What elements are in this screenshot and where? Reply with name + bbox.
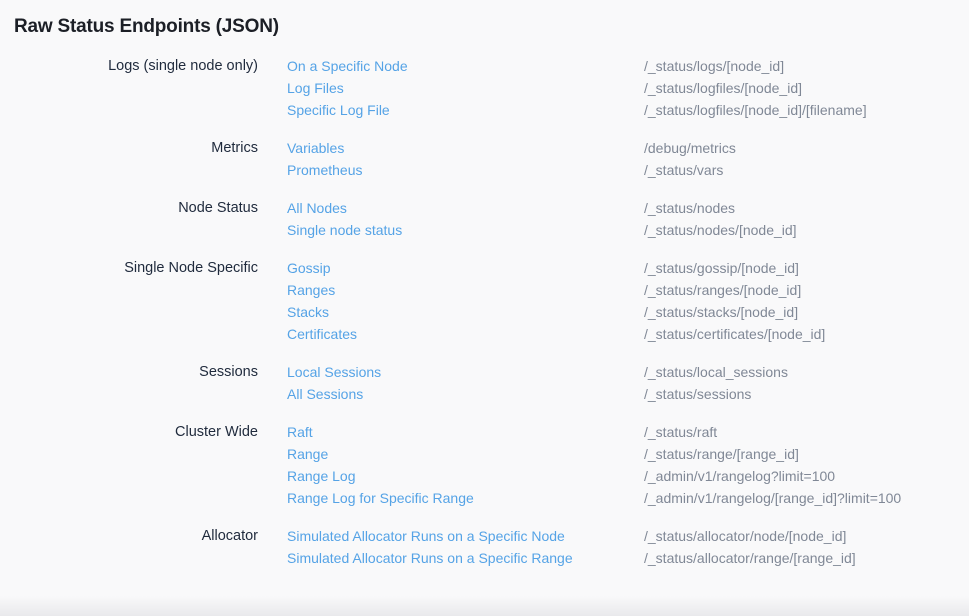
endpoint-link[interactable]: All Sessions [287, 383, 644, 405]
endpoint-path: /_status/allocator/range/[range_id] [644, 547, 856, 569]
endpoint-link[interactable]: Range [287, 443, 644, 465]
endpoint-path: /_status/allocator/node/[node_id] [644, 525, 846, 547]
endpoint-link[interactable]: Single node status [287, 219, 644, 241]
endpoint-path: /_status/logs/[node_id] [644, 55, 784, 77]
endpoint-path: /_status/sessions [644, 383, 751, 405]
endpoint-link[interactable]: Raft [287, 421, 644, 443]
endpoint-path: /_status/ranges/[node_id] [644, 279, 801, 301]
endpoint-path: /_status/raft [644, 421, 717, 443]
endpoint-path: /_status/stacks/[node_id] [644, 301, 798, 323]
endpoint-link[interactable]: Local Sessions [287, 361, 644, 383]
endpoint-row: Variables /debug/metrics [287, 137, 969, 159]
endpoint-rows: Variables /debug/metrics Prometheus /_st… [287, 137, 969, 181]
endpoint-path: /_status/range/[range_id] [644, 443, 799, 465]
endpoint-link[interactable]: Log Files [287, 77, 644, 99]
endpoint-rows: Local Sessions /_status/local_sessions A… [287, 361, 969, 405]
endpoint-row: Range Log /_admin/v1/rangelog?limit=100 [287, 465, 969, 487]
endpoint-row: Local Sessions /_status/local_sessions [287, 361, 969, 383]
endpoint-link[interactable]: Ranges [287, 279, 644, 301]
category-label: Metrics [0, 137, 258, 159]
page-title: Raw Status Endpoints (JSON) [14, 13, 969, 40]
endpoint-row: Prometheus /_status/vars [287, 159, 969, 181]
endpoint-row: Stacks /_status/stacks/[node_id] [287, 301, 969, 323]
endpoint-row: Simulated Allocator Runs on a Specific R… [287, 547, 969, 569]
endpoint-link[interactable]: On a Specific Node [287, 55, 644, 77]
category-label: Allocator [0, 525, 258, 547]
endpoint-link[interactable]: Prometheus [287, 159, 644, 181]
endpoint-row: Range /_status/range/[range_id] [287, 443, 969, 465]
endpoint-rows: On a Specific Node /_status/logs/[node_i… [287, 55, 969, 121]
endpoint-link[interactable]: Range Log for Specific Range [287, 487, 644, 509]
endpoint-link[interactable]: Range Log [287, 465, 644, 487]
endpoint-row: On a Specific Node /_status/logs/[node_i… [287, 55, 969, 77]
endpoint-path: /_status/nodes [644, 197, 735, 219]
endpoint-link[interactable]: Specific Log File [287, 99, 644, 121]
category-label: Node Status [0, 197, 258, 219]
endpoint-path: /_status/logfiles/[node_id]/[filename] [644, 99, 867, 121]
endpoint-rows: Simulated Allocator Runs on a Specific N… [287, 525, 969, 569]
endpoint-section: Node Status All Nodes /_status/nodes Sin… [0, 197, 969, 241]
category-label: Logs (single node only) [0, 55, 258, 77]
endpoint-section: Single Node Specific Gossip /_status/gos… [0, 257, 969, 345]
endpoint-path: /_admin/v1/rangelog?limit=100 [644, 465, 835, 487]
endpoint-row: Raft /_status/raft [287, 421, 969, 443]
endpoint-link[interactable]: Variables [287, 137, 644, 159]
endpoint-link[interactable]: Gossip [287, 257, 644, 279]
endpoint-path: /_status/local_sessions [644, 361, 788, 383]
category-label: Cluster Wide [0, 421, 258, 443]
endpoint-sections: Logs (single node only) On a Specific No… [0, 55, 969, 569]
endpoint-path: /_status/gossip/[node_id] [644, 257, 799, 279]
endpoint-row: Simulated Allocator Runs on a Specific N… [287, 525, 969, 547]
endpoint-section: Metrics Variables /debug/metrics Prometh… [0, 137, 969, 181]
endpoint-row: Ranges /_status/ranges/[node_id] [287, 279, 969, 301]
endpoint-section: Logs (single node only) On a Specific No… [0, 55, 969, 121]
category-label: Sessions [0, 361, 258, 383]
endpoint-section: Allocator Simulated Allocator Runs on a … [0, 525, 969, 569]
endpoint-row: Certificates /_status/certificates/[node… [287, 323, 969, 345]
endpoint-rows: Gossip /_status/gossip/[node_id] Ranges … [287, 257, 969, 345]
endpoint-rows: Raft /_status/raft Range /_status/range/… [287, 421, 969, 509]
endpoint-path: /_status/vars [644, 159, 723, 181]
endpoint-path: /_admin/v1/rangelog/[range_id]?limit=100 [644, 487, 901, 509]
endpoint-link[interactable]: Simulated Allocator Runs on a Specific R… [287, 547, 644, 569]
endpoint-row: All Nodes /_status/nodes [287, 197, 969, 219]
endpoint-link[interactable]: All Nodes [287, 197, 644, 219]
endpoint-row: Range Log for Specific Range /_admin/v1/… [287, 487, 969, 509]
endpoint-rows: All Nodes /_status/nodes Single node sta… [287, 197, 969, 241]
endpoint-link[interactable]: Stacks [287, 301, 644, 323]
endpoint-section: Sessions Local Sessions /_status/local_s… [0, 361, 969, 405]
endpoint-row: Specific Log File /_status/logfiles/[nod… [287, 99, 969, 121]
endpoint-section: Cluster Wide Raft /_status/raft Range /_… [0, 421, 969, 509]
category-label: Single Node Specific [0, 257, 258, 279]
endpoint-path: /_status/nodes/[node_id] [644, 219, 797, 241]
endpoint-row: Log Files /_status/logfiles/[node_id] [287, 77, 969, 99]
bottom-page-edge [0, 596, 969, 616]
endpoint-link[interactable]: Certificates [287, 323, 644, 345]
endpoint-link[interactable]: Simulated Allocator Runs on a Specific N… [287, 525, 644, 547]
endpoint-row: Single node status /_status/nodes/[node_… [287, 219, 969, 241]
endpoint-path: /_status/certificates/[node_id] [644, 323, 825, 345]
endpoint-path: /debug/metrics [644, 137, 736, 159]
endpoint-path: /_status/logfiles/[node_id] [644, 77, 802, 99]
endpoint-row: Gossip /_status/gossip/[node_id] [287, 257, 969, 279]
endpoint-row: All Sessions /_status/sessions [287, 383, 969, 405]
